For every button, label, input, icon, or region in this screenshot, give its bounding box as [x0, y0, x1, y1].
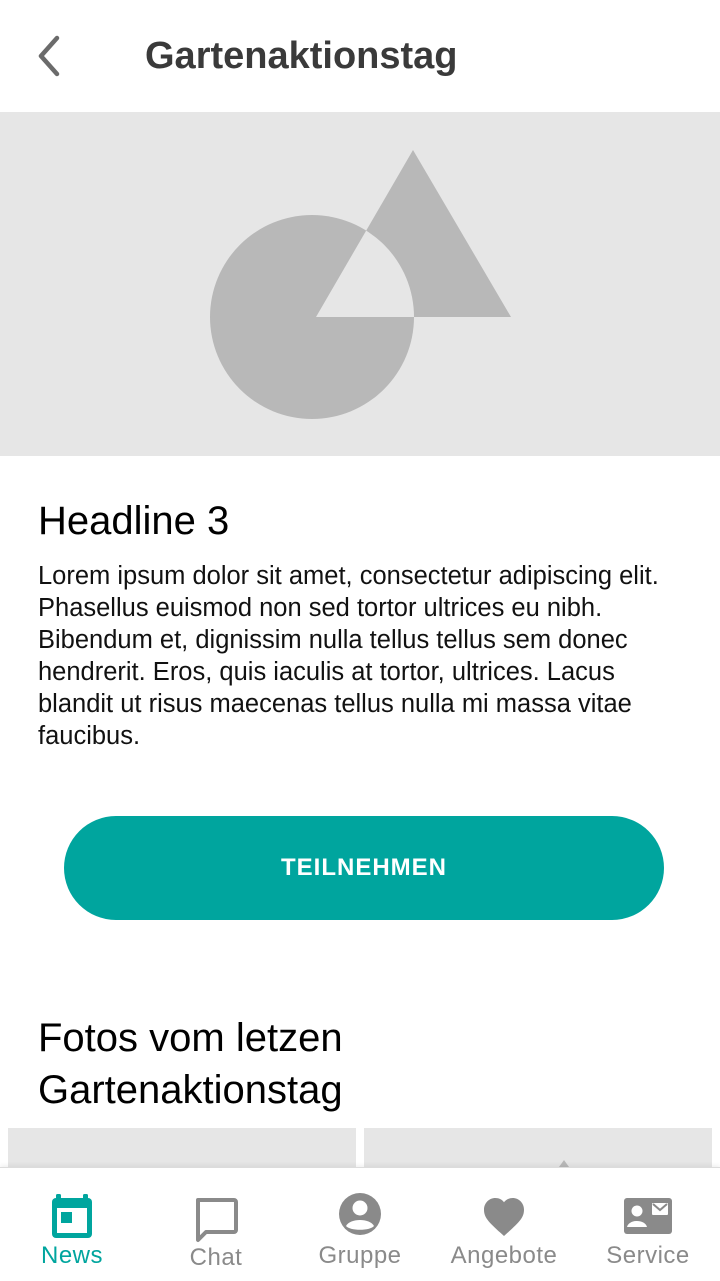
back-button[interactable]: [22, 30, 74, 82]
nav-item-chat[interactable]: Chat: [144, 1168, 288, 1281]
article-headline: Headline 3: [38, 499, 230, 543]
calendar-icon: [52, 1194, 92, 1238]
chevron-left-icon: [38, 35, 60, 77]
article-body: Lorem ipsum dolor sit amet, consectetur …: [38, 562, 659, 750]
nav-label-news: News: [40, 1242, 103, 1269]
app-bar: Gartenaktionstag: [0, 0, 720, 112]
nav-item-service[interactable]: Service: [576, 1168, 720, 1281]
nav-label-gruppe: Gruppe: [318, 1242, 402, 1269]
bottom-navigation: News Chat Gruppe Angebote Service: [0, 1167, 720, 1281]
nav-label-service: Service: [606, 1242, 690, 1269]
photos-section-title: Fotos vom letzen Gartenaktionstag: [38, 1016, 343, 1112]
nav-label-angebote: Angebote: [450, 1242, 558, 1269]
image-placeholder-icon: [210, 150, 511, 419]
contact-mail-icon: [624, 1198, 672, 1234]
page-title: Gartenaktionstag: [145, 35, 458, 77]
participate-button[interactable]: TEILNEHMEN: [64, 816, 664, 920]
chat-bubble-icon: [196, 1198, 238, 1242]
nav-item-angebote[interactable]: Angebote: [432, 1168, 576, 1281]
hero-image: [0, 112, 720, 456]
nav-item-gruppe[interactable]: Gruppe: [288, 1168, 432, 1281]
nav-item-news[interactable]: News: [0, 1168, 144, 1281]
heart-icon: [484, 1198, 524, 1236]
account-circle-icon: [339, 1193, 381, 1235]
nav-label-chat: Chat: [189, 1244, 243, 1271]
